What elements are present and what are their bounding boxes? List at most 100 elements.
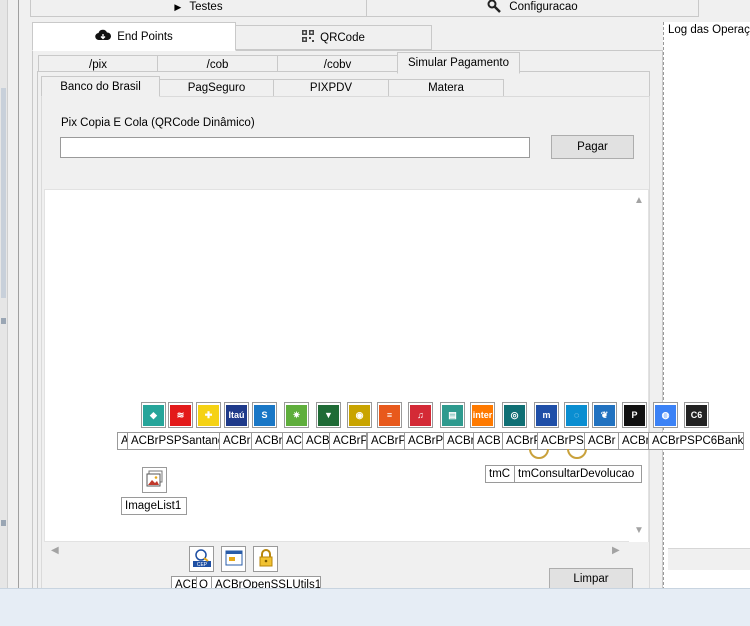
psp-icon-6: ✷ [286, 404, 307, 426]
psp-component[interactable]: ≡ [377, 402, 402, 428]
psp-component[interactable]: ◆ [141, 402, 166, 428]
bb-icon: ✚ [198, 404, 219, 426]
scroll-right-icon[interactable]: ▶ [612, 546, 620, 556]
tab-testes[interactable]: ▶ Testes [30, 0, 367, 17]
horizontal-scrollbar[interactable]: ◀ ▶ [44, 542, 630, 560]
svg-text:CEP: CEP [196, 562, 207, 568]
imagelist-component[interactable] [142, 467, 167, 493]
psp-component-label[interactable]: ACBr [584, 432, 619, 450]
pagar-button[interactable]: Pagar [551, 135, 634, 159]
imagelist-label[interactable]: ImageList1 [121, 497, 187, 515]
psp-component[interactable]: C6 [684, 402, 709, 428]
psp-component-label[interactable]: ACBr [219, 432, 252, 450]
padlock-icon [258, 548, 274, 570]
timer-icon [528, 448, 550, 463]
log-memo[interactable] [663, 22, 750, 590]
imagelist-icon [146, 470, 164, 491]
tab-end-points-label: End Points [117, 30, 173, 43]
psp-component[interactable]: ▤ [440, 402, 465, 428]
scroll-up-icon[interactable]: ▲ [634, 196, 644, 206]
psp-component[interactable]: ◍ [653, 402, 678, 428]
tab-banco-do-brasil-label: Banco do Brasil [60, 80, 141, 93]
psp-component[interactable]: ✚ [196, 402, 221, 428]
play-triangle-icon: ▶ [174, 1, 182, 12]
status-bar [0, 588, 750, 626]
psp-component[interactable]: ◎ [502, 402, 527, 428]
scroll-left-icon[interactable]: ◀ [51, 546, 59, 556]
cep-icon: CEP [192, 548, 212, 571]
log-label: Log das Operaçõ [668, 24, 750, 36]
left-panel-strip [0, 0, 8, 590]
psp-component-label[interactable]: ACBr [618, 432, 650, 450]
components-scroll-area[interactable] [44, 189, 649, 542]
psp-component-label[interactable]: ACBrPSPC6Bank1 [648, 432, 744, 450]
psp-component[interactable]: m [534, 402, 559, 428]
tab-pagseguro-label: PagSeguro [187, 82, 246, 94]
psp-icon-13: ◎ [504, 404, 525, 426]
psp-component-label[interactable]: ACB [302, 432, 330, 450]
tab-pixpdv[interactable]: PIXPDV [273, 79, 389, 97]
psp-icon-5: S [254, 404, 275, 426]
psp-component-label[interactable]: ACBrP [404, 432, 444, 450]
psp-component-label[interactable]: ACBrP [367, 432, 405, 450]
psp-component-label[interactable]: ACBrP [329, 432, 367, 450]
psp-icon-1: ◆ [143, 404, 164, 426]
psp-icon-16: ❦ [594, 404, 615, 426]
psp-component-label[interactable]: ACBrPSPSantand [127, 432, 220, 450]
psp-component[interactable]: ♫ [408, 402, 433, 428]
tab-simular-pagamento[interactable]: Simular Pagamento [397, 52, 520, 74]
psp-icon-18: ◍ [655, 404, 676, 426]
psp-component[interactable]: inter [470, 402, 495, 428]
magnifier-icon [487, 0, 502, 16]
psp-component[interactable]: ▼ [316, 402, 341, 428]
openssl-component[interactable] [253, 546, 278, 572]
psp-icon-8: ◉ [349, 404, 370, 426]
tab-matera-label: Matera [428, 82, 464, 94]
window-icon [225, 549, 243, 570]
timer-label[interactable]: tmConsultarDevolucao [514, 465, 642, 483]
scroll-down-icon[interactable]: ▼ [634, 526, 644, 536]
tab-configuracao[interactable]: Configuracao [366, 0, 699, 17]
psp-component[interactable]: Itaú [224, 402, 249, 428]
psp-component[interactable]: ◉ [347, 402, 372, 428]
psp-component-label[interactable]: ACBrPS [537, 432, 585, 450]
timer-label[interactable]: tmC [485, 465, 515, 483]
pix-copia-cola-input[interactable] [60, 137, 530, 158]
pixpdv-icon: P [624, 404, 645, 426]
limpar-button[interactable]: Limpar [549, 568, 633, 590]
psp-icon-10: ♫ [410, 404, 431, 426]
inter-icon: inter [472, 404, 493, 426]
psp-component-label[interactable]: ACB [473, 432, 503, 450]
psp-component[interactable]: P [622, 402, 647, 428]
tab-matera[interactable]: Matera [388, 79, 504, 97]
tab-pixpdv-label: PIXPDV [309, 82, 353, 94]
tab-simular-pagamento-label: Simular Pagamento [408, 57, 509, 69]
psp-component[interactable]: ◌ [564, 402, 589, 428]
tab-pagseguro[interactable]: PagSeguro [159, 79, 274, 97]
tab-pix-label: /pix [89, 58, 107, 71]
cep-component[interactable]: CEP [189, 546, 214, 572]
vertical-scrollbar[interactable]: ▲ ▼ [629, 190, 648, 542]
tab-cobv-label: /cobv [323, 58, 352, 71]
tab-end-points[interactable]: End Points [32, 22, 236, 51]
psp-component-label[interactable]: ACBr [443, 432, 476, 450]
qrcode-icon [302, 30, 315, 45]
pix-copia-cola-label: Pix Copia E Cola (QRCode Dinâmico) [61, 117, 255, 129]
tab-configuracao-label: Configuracao [509, 1, 578, 13]
psp-component[interactable]: ❦ [592, 402, 617, 428]
psp-icon-15: ◌ [566, 404, 587, 426]
psp-component[interactable]: ✷ [284, 402, 309, 428]
psp-icon-9: ≡ [379, 404, 400, 426]
tab-qrcode[interactable]: QRCode [235, 25, 432, 50]
window-component[interactable] [221, 546, 246, 572]
psp-icon-11: ▤ [442, 404, 463, 426]
cloud-download-icon [95, 29, 112, 44]
psp-component-label[interactable]: ACBrP [502, 432, 538, 450]
psp-component[interactable]: ≋ [168, 402, 193, 428]
psp-component[interactable]: S [252, 402, 277, 428]
psp-component-label[interactable]: ACBr [251, 432, 283, 450]
tab-cob-label: /cob [206, 58, 229, 71]
tab-banco-do-brasil[interactable]: Banco do Brasil [41, 76, 160, 97]
timer-icon [566, 448, 588, 463]
c6bank-icon: C6 [686, 404, 707, 426]
